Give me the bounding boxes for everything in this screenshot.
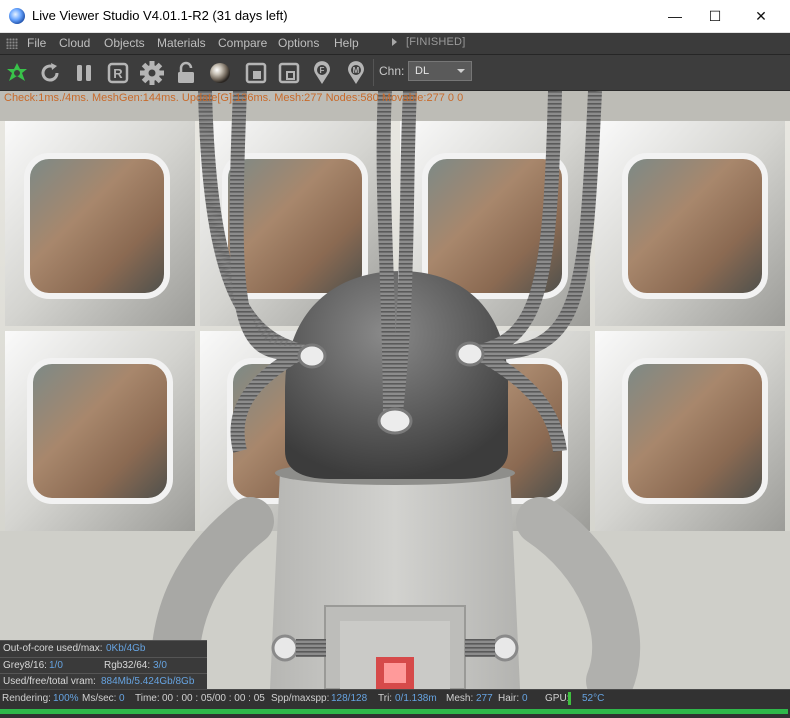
ms-number: 0: [119, 693, 125, 704]
rendering-percent: 100%: [53, 693, 79, 704]
tri-number: 0/1.138m: [395, 693, 437, 704]
render-progress-track: [0, 709, 788, 714]
toolbar-divider: [373, 59, 374, 86]
vram-label: Used/free/total vram:: [3, 676, 96, 687]
grey-label: Grey8/16:: [3, 660, 47, 671]
out-of-core-row: Out-of-core used/max: 0Kb/4Gb: [0, 640, 207, 657]
menu-compare[interactable]: Compare: [218, 36, 267, 50]
ms-value: 0: [119, 693, 125, 704]
gpu-load-bar: [568, 692, 571, 705]
mesh-label: Mesh:: [446, 693, 474, 704]
pause-icon[interactable]: [71, 60, 97, 86]
menu-grip-icon: [6, 38, 18, 49]
render-progress-fill: [0, 709, 788, 714]
tri-label: Tri:: [378, 693, 393, 704]
mesh-value: 277: [476, 693, 493, 704]
channel-value: DL: [415, 65, 430, 77]
restart-icon[interactable]: [37, 60, 63, 86]
menu-cloud[interactable]: Cloud: [59, 36, 90, 50]
hair-number: 0: [522, 693, 528, 704]
focus-pin-icon[interactable]: F: [309, 60, 335, 86]
ooc-label: Out-of-core used/max:: [3, 643, 103, 654]
rgb-label: Rgb32/64:: [104, 660, 151, 671]
render-stats-line: Check:1ms./4ms. MeshGen:144ms. Update[G]…: [4, 92, 464, 104]
settings-gear-icon[interactable]: [139, 60, 165, 86]
rendered-scene: [0, 91, 790, 689]
film-region-icon[interactable]: [276, 60, 302, 86]
menu-options[interactable]: Options: [278, 36, 319, 50]
ooc-value: 0Kb/4Gb: [106, 643, 146, 654]
hair-value: 0: [522, 693, 528, 704]
gpu-label: GPU:: [545, 693, 570, 704]
hair-label: Hair:: [498, 693, 520, 704]
menu-objects[interactable]: Objects: [104, 36, 145, 50]
spp-label: Spp/maxspp:: [271, 693, 330, 704]
time-value: 00 : 00 : 05/00 : 00 : 05: [162, 693, 265, 704]
window-title: Live Viewer Studio V4.01.1-R2 (31 days l…: [32, 8, 288, 23]
lock-icon[interactable]: [173, 60, 199, 86]
material-pin-icon[interactable]: M: [343, 60, 369, 86]
region-icon[interactable]: [243, 60, 269, 86]
maximize-button[interactable]: ☐: [692, 0, 738, 32]
r-icon[interactable]: R: [105, 60, 131, 86]
chevron-down-icon: [457, 69, 465, 73]
close-button[interactable]: ✕: [738, 0, 784, 32]
menu-file[interactable]: File: [27, 36, 46, 50]
spp-value: 128/128: [331, 693, 367, 704]
title-bar: Live Viewer Studio V4.01.1-R2 (31 days l…: [0, 0, 790, 33]
render-viewport[interactable]: [0, 91, 790, 689]
status-bar: Rendering: 100% Ms/sec: 0 Time: 00 : 00 …: [0, 689, 790, 718]
menu-help[interactable]: Help: [334, 36, 359, 50]
svg-text:M: M: [353, 66, 360, 75]
expand-arrow-icon[interactable]: [392, 38, 397, 46]
menu-bar: File Cloud Objects Materials Compare Opt…: [0, 33, 790, 55]
vram-row: Used/free/total vram: 884Mb/5.424Gb/8Gb: [0, 673, 207, 690]
svg-text:R: R: [113, 66, 123, 81]
app-logo-icon: [9, 8, 25, 24]
tri-value: 0/1.138m: [395, 693, 437, 704]
vram-value: 884Mb/5.424Gb/8Gb: [101, 676, 195, 687]
render-status: [FINISHED]: [406, 36, 466, 48]
spp-number: 128/128: [331, 693, 368, 704]
rendering-label: Rendering:: [2, 693, 51, 704]
texture-count-row: Grey8/16: 1/0 Rgb32/64: 3/0: [0, 657, 207, 674]
refresh-nodes-icon[interactable]: [4, 60, 30, 86]
grey-value: 1/0: [49, 660, 63, 671]
channel-select[interactable]: DL: [408, 61, 472, 81]
rendering-value: 100%: [53, 693, 79, 704]
material-sphere-icon[interactable]: [207, 60, 233, 86]
svg-text:F: F: [320, 66, 325, 75]
mesh-number: 277: [476, 693, 493, 704]
time-label: Time:: [135, 693, 160, 704]
channel-label: Chn:: [379, 64, 405, 78]
toolbar: R F M Chn: DL: [0, 55, 790, 91]
gpu-temperature: 52°C: [582, 693, 605, 704]
menu-materials[interactable]: Materials: [157, 36, 206, 50]
ms-label: Ms/sec:: [82, 693, 117, 704]
rgb-value: 3/0: [153, 660, 167, 671]
